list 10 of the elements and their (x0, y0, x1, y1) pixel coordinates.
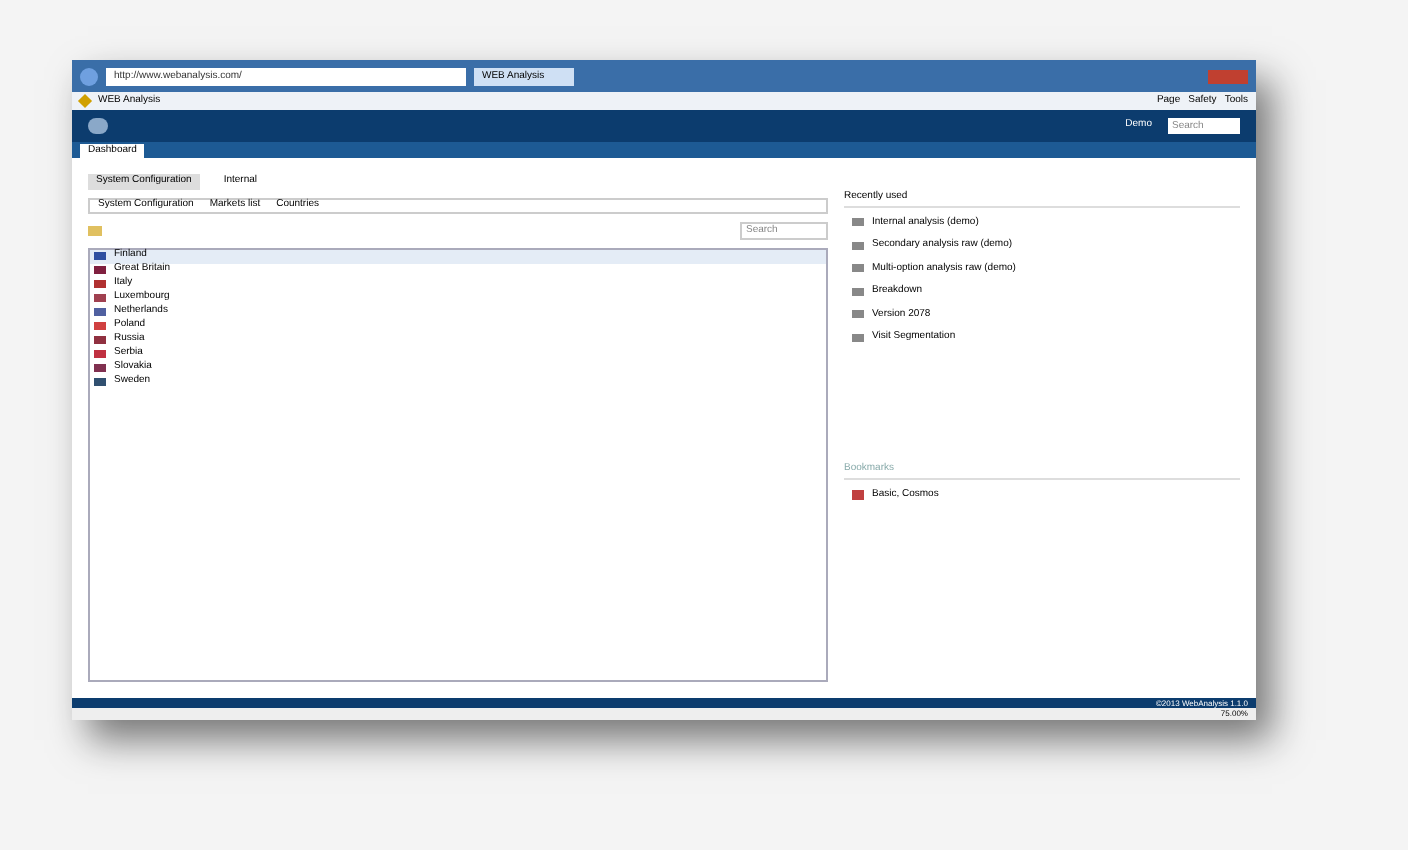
report-icon (852, 241, 864, 250)
report-icon (852, 264, 864, 273)
report-icon (852, 287, 864, 296)
logo-icon (88, 118, 108, 134)
report-icon (852, 333, 864, 342)
report-icon (852, 310, 864, 319)
report-icon (852, 218, 864, 227)
folder-icon[interactable] (88, 225, 102, 235)
back-icon[interactable] (80, 67, 98, 85)
bookmark-icon (852, 489, 864, 500)
